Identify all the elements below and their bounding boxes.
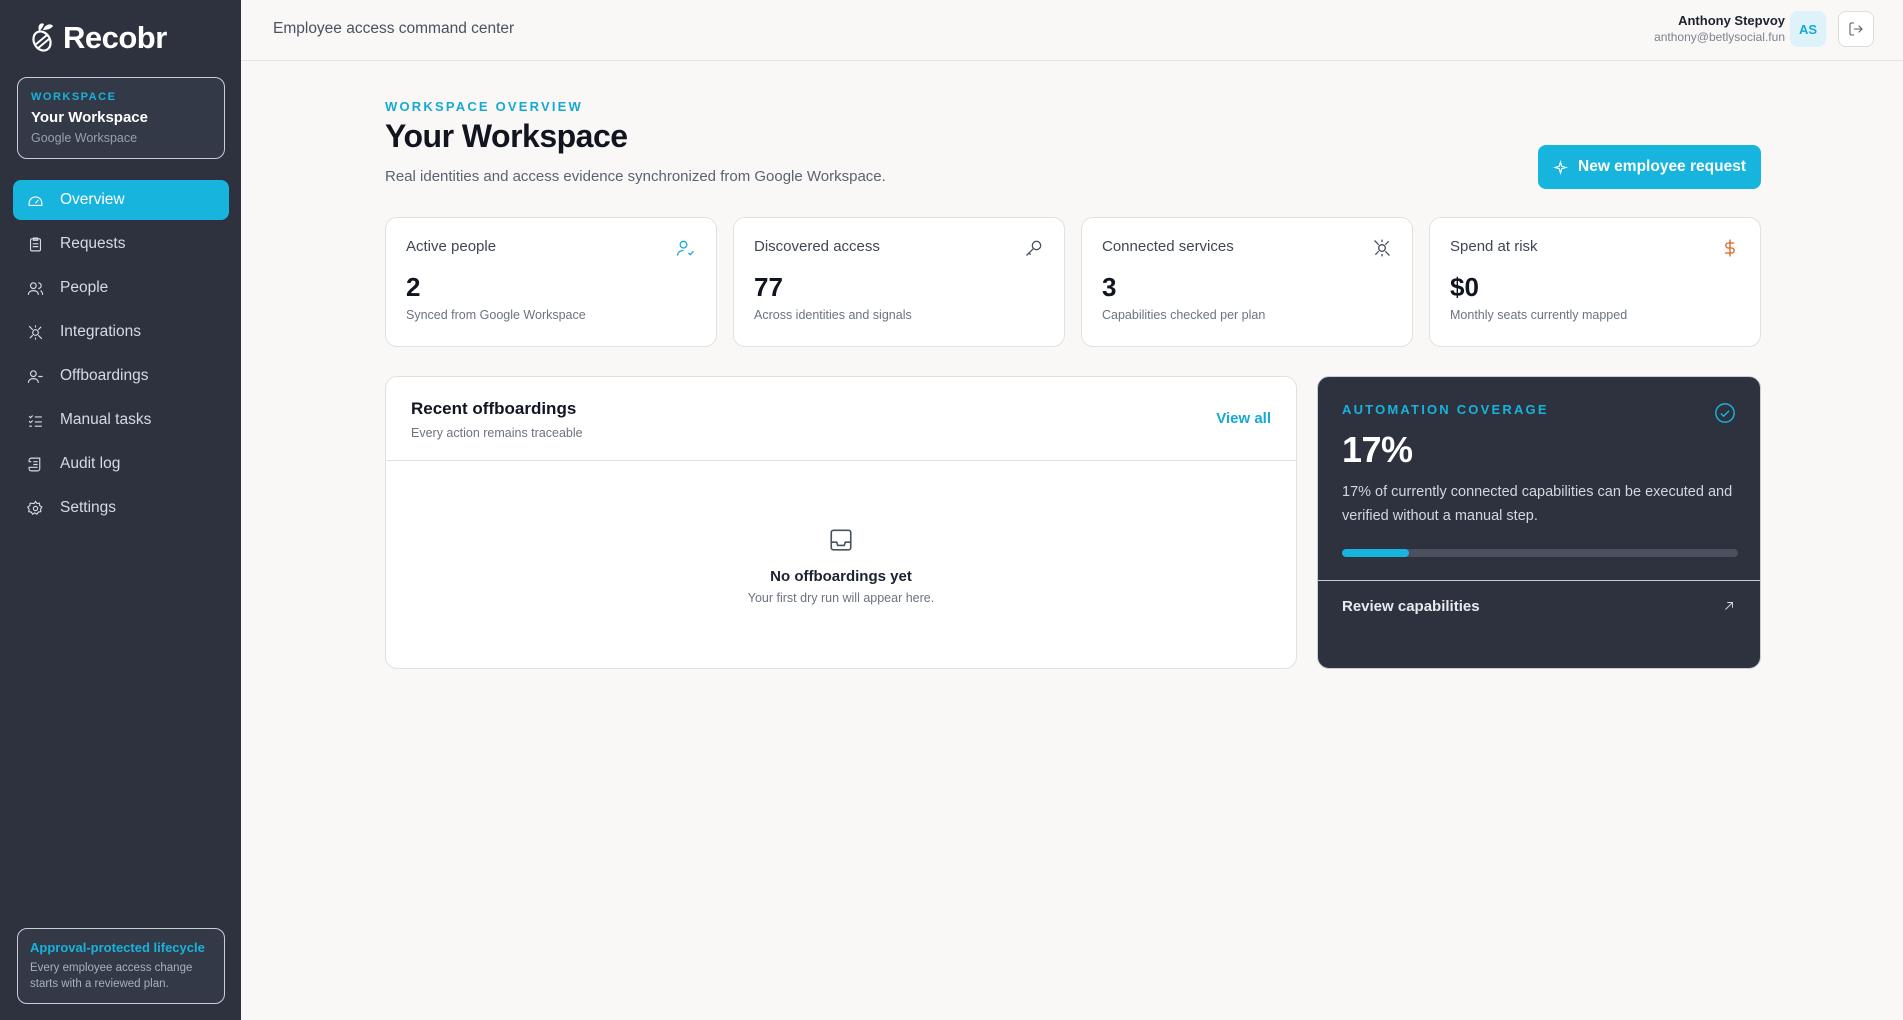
sidebar-item-label: Settings [60, 499, 117, 516]
panel-header: Recent offboardings Every action remains… [386, 377, 1296, 461]
stat-hint: Monthly seats currently mapped [1450, 308, 1628, 322]
scroll-icon [26, 455, 44, 473]
automation-progress-bar [1342, 549, 1738, 557]
bee-logo-icon [32, 23, 53, 52]
automation-percent: 17% [1342, 429, 1413, 470]
stat-hint: Across identities and signals [754, 308, 912, 322]
user-minus-icon [26, 367, 44, 385]
sidebar: Recobr WORKSPACE Your Workspace Google W… [0, 0, 241, 1020]
user-info: Anthony Stepvoy anthony@betlysocial.fun [1654, 13, 1785, 44]
empty-state-text: Your first dry run will appear here. [747, 591, 935, 605]
stat-hint: Synced from Google Workspace [406, 308, 586, 322]
inbox-icon [828, 527, 854, 553]
review-capabilities-label: Review capabilities [1342, 598, 1480, 615]
empty-state: No offboardings yet Your first dry run w… [386, 527, 1296, 605]
automation-progress-fill [1342, 549, 1410, 557]
page-eyebrow: WORKSPACE OVERVIEW [385, 99, 584, 114]
panel-subtitle: Every action remains traceable [411, 426, 583, 440]
avatar[interactable]: AS [1790, 11, 1826, 47]
lifecycle-note-title: Approval-protected lifecycle [30, 940, 205, 955]
stat-card-spend-at-risk: Spend at risk $0 Monthly seats currently… [1429, 217, 1761, 347]
stat-value: 3 [1102, 272, 1117, 302]
plug-icon [26, 323, 44, 341]
gear-icon [26, 499, 44, 517]
sidebar-item-label: Audit log [60, 455, 121, 472]
new-employee-request-label: New employee request [1578, 158, 1746, 175]
page-title: Your Workspace [385, 118, 628, 154]
sidebar-item-label: Integrations [60, 323, 141, 340]
sidebar-item-integrations[interactable]: Integrations [13, 312, 229, 352]
sidebar-item-audit-log[interactable]: Audit log [13, 444, 229, 484]
sidebar-nav: Overview Requests People Integrations Of… [13, 180, 229, 532]
automation-coverage-card: AUTOMATION COVERAGE 17% 17% of currently… [1317, 376, 1761, 669]
sidebar-item-settings[interactable]: Settings [13, 488, 229, 528]
stat-card-discovered-access: Discovered access 77 Across identities a… [733, 217, 1065, 347]
gauge-icon [26, 191, 44, 209]
stat-hint: Capabilities checked per plan [1102, 308, 1266, 322]
users-icon [26, 279, 44, 297]
view-all-link[interactable]: View all [1216, 410, 1271, 427]
stat-value: $0 [1450, 272, 1479, 302]
sparkle-icon [1553, 159, 1568, 175]
sidebar-item-label: Overview [60, 191, 125, 208]
sidebar-item-manual-tasks[interactable]: Manual tasks [13, 400, 229, 440]
sidebar-item-label: People [60, 279, 109, 296]
user-check-icon [676, 238, 696, 258]
new-employee-request-button[interactable]: New employee request [1538, 145, 1761, 189]
sidebar-item-label: Manual tasks [60, 411, 152, 428]
automation-description: 17% of currently connected capabilities … [1342, 484, 1733, 524]
sidebar-item-people[interactable]: People [13, 268, 229, 308]
sidebar-item-label: Requests [60, 235, 126, 252]
lifecycle-note: Approval-protected lifecycle Every emplo… [17, 928, 225, 1004]
check-circle-icon [1714, 402, 1736, 424]
sidebar-item-offboardings[interactable]: Offboardings [13, 356, 229, 396]
key-icon [1024, 238, 1044, 258]
stat-value: 77 [754, 272, 783, 302]
dollar-icon [1720, 238, 1740, 258]
workspace-kicker: WORKSPACE [31, 91, 117, 103]
brand-name: Recobr [63, 20, 167, 55]
sidebar-item-requests[interactable]: Requests [13, 224, 229, 264]
recent-offboardings-panel: Recent offboardings Every action remains… [385, 376, 1297, 669]
sidebar-item-label: Offboardings [60, 367, 149, 384]
stat-card-connected-services: Connected services 3 Capabilities checke… [1081, 217, 1413, 347]
clipboard-icon [26, 235, 44, 253]
list-checks-icon [26, 411, 44, 429]
user-email: anthony@betlysocial.fun [1654, 30, 1785, 44]
automation-kicker: AUTOMATION COVERAGE [1342, 402, 1549, 417]
workspace-name: Your Workspace [31, 109, 148, 126]
review-capabilities-link[interactable]: Review capabilities [1318, 580, 1760, 668]
stat-card-active-people: Active people 2 Synced from Google Works… [385, 217, 717, 347]
logout-button[interactable] [1838, 11, 1874, 47]
empty-state-title: No offboardings yet [770, 568, 912, 585]
arrow-up-right-icon [1722, 599, 1736, 613]
topbar-title: Employee access command center [273, 20, 515, 37]
stat-label: Connected services [1102, 238, 1234, 255]
logout-icon [1849, 22, 1863, 36]
brand-logo[interactable]: Recobr [25, 18, 167, 58]
page-subtitle: Real identities and access evidence sync… [385, 168, 886, 185]
stat-label: Active people [406, 238, 497, 255]
stat-value: 2 [406, 272, 421, 302]
user-name: Anthony Stepvoy [1678, 13, 1785, 28]
lifecycle-note-text: Every employee access change starts with… [30, 962, 193, 991]
stat-label: Discovered access [754, 238, 880, 255]
workspace-provider: Google Workspace [31, 131, 138, 145]
plug-icon [1372, 238, 1392, 258]
sidebar-item-overview[interactable]: Overview [13, 180, 229, 220]
stat-label: Spend at risk [1450, 238, 1538, 255]
workspace-switcher[interactable]: WORKSPACE Your Workspace Google Workspac… [17, 77, 225, 159]
panel-title: Recent offboardings [411, 399, 577, 418]
topbar: Employee access command center Anthony S… [241, 0, 1903, 61]
